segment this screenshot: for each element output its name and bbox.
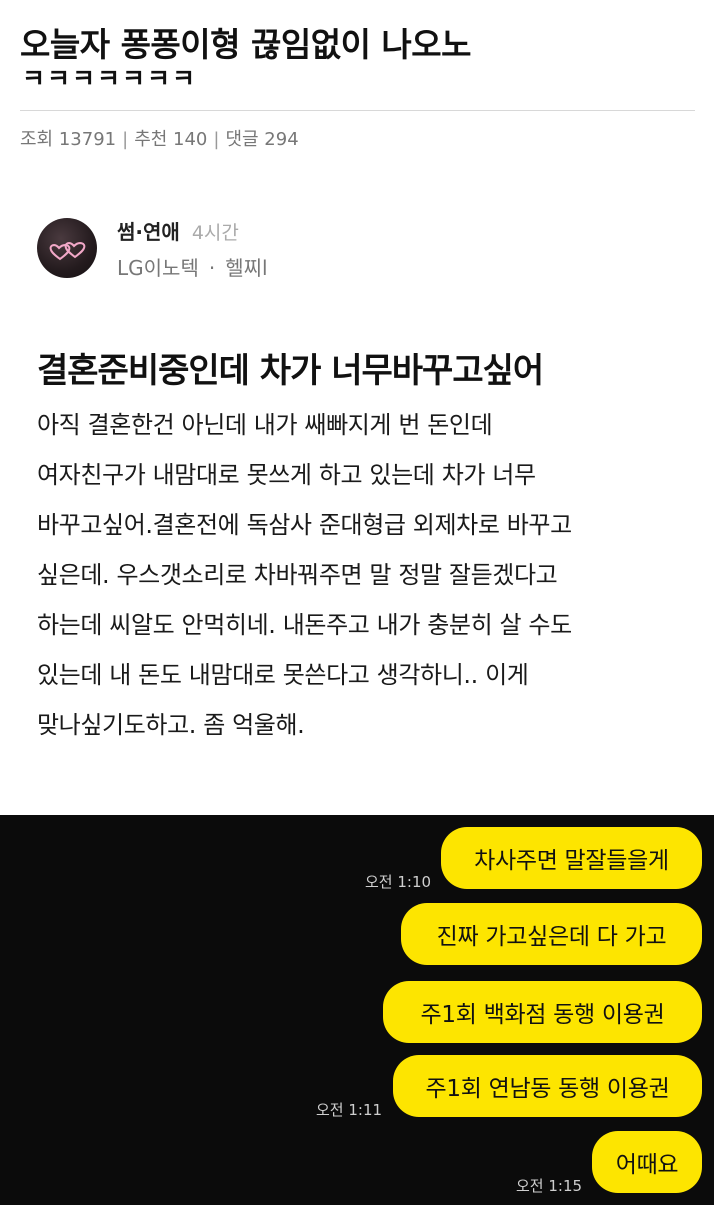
chat-bubble: 주1회 연남동 동행 이용권 — [393, 1055, 702, 1117]
chat-bubble: 진짜 가고싶은데 다 가고 — [401, 903, 702, 965]
recommend-count: 추천 140 — [134, 129, 208, 150]
author-dot: · — [208, 256, 216, 280]
post-time: 4시간 — [191, 222, 239, 244]
post-title-laugh: ㅋㅋㅋㅋㅋㅋㅋ — [22, 64, 198, 90]
chat-bubble: 차사주면 말잘들을게 — [441, 827, 702, 889]
embedded-post-title: 결혼준비중인데 차가 너무바꾸고싶어 — [37, 351, 544, 391]
body-line: 바꾸고싶어.결혼전에 독삼사 준대형급 외제차로 바꾸고 — [37, 511, 572, 539]
post-header: 오늘자 퐁퐁이형 끊임없이 나오노 ㅋㅋㅋㅋㅋㅋㅋ 조회 13791 | 추천 14… — [0, 0, 714, 170]
stats-separator: | — [122, 129, 129, 150]
view-count: 조회 13791 — [20, 129, 117, 150]
chat-timestamp: 오전 1:15 — [516, 1177, 583, 1195]
stats-separator: | — [213, 129, 220, 150]
header-divider — [20, 110, 695, 111]
author-nickname[interactable]: 헬찌l — [225, 256, 267, 280]
chat-bubble: 주1회 백화점 동행 이용권 — [383, 981, 702, 1043]
board-name[interactable]: 썸·연애 — [117, 220, 180, 244]
comment-count: 댓글 294 — [225, 129, 299, 150]
body-line: 여자친구가 내맘대로 못쓰게 하고 있는데 차가 너무 — [37, 461, 536, 489]
chat-bubble: 어때요 — [592, 1131, 702, 1193]
chat-timestamp: 오전 1:11 — [316, 1101, 383, 1119]
avatar[interactable] — [37, 218, 97, 278]
body-line: 있는데 내 돈도 내맘대로 못쓴다고 생각하니.. 이게 — [37, 661, 529, 689]
chat-timestamp: 오전 1:10 — [365, 873, 432, 891]
body-line: 아직 결혼한건 아닌데 내가 쌔빠지게 번 돈인데 — [37, 411, 493, 439]
body-line: 싶은데. 우스갯소리로 차바꿔주면 말 정말 잘듣겠다고 — [37, 561, 558, 589]
body-line: 맞나싶기도하고. 좀 억울해. — [37, 711, 305, 739]
embedded-post-body: 아직 결혼한건 아닌데 내가 쌔빠지게 번 돈인데 여자친구가 내맘대로 못쓰게… — [37, 400, 697, 750]
body-line: 하는데 씨알도 안먹히네. 내돈주고 내가 충분히 살 수도 — [37, 611, 572, 639]
post-stats: 조회 13791 | 추천 140 | 댓글 294 — [20, 125, 299, 151]
board-info: 썸·연애 4시간 — [117, 216, 239, 245]
author-info: LG이노텍 · 헬찌l — [117, 252, 268, 281]
embedded-post-header: 썸·연애 4시간 LG이노텍 · 헬찌l — [0, 200, 714, 300]
post-title: 오늘자 퐁퐁이형 끊임없이 나오노 — [20, 25, 472, 64]
chat-screenshot: 차사주면 말잘들을게 오전 1:10 진짜 가고싶은데 다 가고 주1회 백화점… — [0, 815, 714, 1205]
hearts-icon — [49, 242, 86, 261]
author-company: LG이노텍 — [117, 256, 199, 280]
